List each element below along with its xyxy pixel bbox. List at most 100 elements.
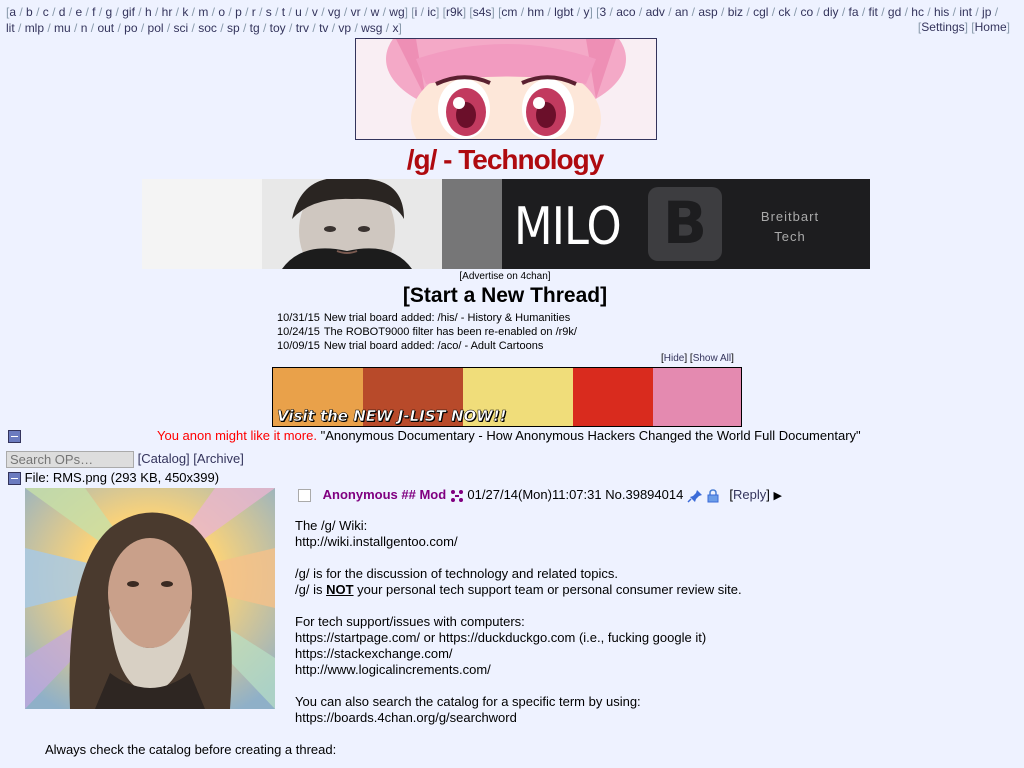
board-link-e[interactable]: e	[75, 5, 82, 19]
board-link-out[interactable]: out	[97, 21, 114, 35]
board-link-sp[interactable]: sp	[227, 21, 240, 35]
board-link-fa[interactable]: fa	[849, 5, 859, 19]
board-link-jp[interactable]: jp	[982, 5, 991, 19]
file-meta: (293 KB, 450x399)	[110, 470, 220, 485]
board-link-biz[interactable]: biz	[728, 5, 743, 19]
board-link-s4s[interactable]: s4s	[473, 5, 492, 19]
board-link-v[interactable]: v	[312, 5, 318, 19]
show-all-news-link[interactable]: Show All	[693, 353, 731, 364]
hide-news-link[interactable]: Hide	[664, 353, 685, 364]
board-link-vp[interactable]: vp	[338, 21, 351, 35]
board-link-i[interactable]: i	[415, 5, 418, 19]
board-link-pol[interactable]: pol	[148, 21, 164, 35]
board-link-co[interactable]: co	[800, 5, 813, 19]
board-link-po[interactable]: po	[124, 21, 137, 35]
board-link-gd[interactable]: gd	[888, 5, 901, 19]
board-link-his[interactable]: his	[934, 5, 949, 19]
board-link-int[interactable]: int	[959, 5, 972, 19]
board-link-t[interactable]: t	[282, 5, 285, 19]
body-line: /g/ is NOT your personal tech support te…	[295, 582, 742, 597]
archive-link[interactable]: [Archive]	[193, 451, 244, 466]
board-link-f[interactable]: f	[92, 5, 95, 19]
board-link-c[interactable]: c	[43, 5, 49, 19]
board-link-hc[interactable]: hc	[911, 5, 924, 19]
nav-right: [Settings] [Home]	[917, 20, 1010, 34]
board-link-sci[interactable]: sci	[174, 21, 189, 35]
file-name-link[interactable]: RMS.png	[53, 470, 107, 485]
board-link-toy[interactable]: toy	[270, 21, 286, 35]
top-advertisement[interactable]: MILO B Breitbart Tech	[142, 179, 870, 269]
board-link-r9k[interactable]: r9k	[446, 5, 463, 19]
board-link-tg[interactable]: tg	[250, 21, 260, 35]
wiki-link[interactable]: http://wiki.installgentoo.com/	[295, 534, 742, 550]
board-link-s[interactable]: s	[266, 5, 272, 19]
logicalincrements-link[interactable]: http://www.logicalincrements.com/	[295, 662, 742, 678]
board-link-u[interactable]: u	[295, 5, 302, 19]
board-link-diy[interactable]: diy	[823, 5, 838, 19]
board-link-ck[interactable]: ck	[778, 5, 790, 19]
board-link-r[interactable]: r	[252, 5, 256, 19]
news-text: New trial board added: /aco/ - Adult Car…	[323, 340, 544, 352]
board-link-tv[interactable]: tv	[319, 21, 328, 35]
board-link-trv[interactable]: trv	[296, 21, 309, 35]
body-line-catalog: Always check the catalog before creating…	[45, 742, 337, 757]
board-link-o[interactable]: o	[218, 5, 225, 19]
search-engines-line: https://startpage.com/ or https://duckdu…	[295, 630, 707, 645]
board-link-n[interactable]: n	[81, 21, 88, 35]
board-link-mu[interactable]: mu	[54, 21, 71, 35]
board-link-m[interactable]: m	[198, 5, 208, 19]
op-image[interactable]	[25, 488, 275, 709]
board-link-3[interactable]: 3	[600, 5, 607, 19]
board-link-y[interactable]: y	[583, 5, 589, 19]
poster-name: Anonymous	[322, 487, 398, 502]
news-item: 10/31/15 New trial board added: /his/ - H…	[277, 311, 581, 325]
board-link-adv[interactable]: adv	[646, 5, 665, 19]
board-link-lit[interactable]: lit	[6, 21, 15, 35]
board-link-an[interactable]: an	[675, 5, 688, 19]
board-link-b[interactable]: b	[26, 5, 33, 19]
jlist-advertisement[interactable]: Visit the NEW J-LIST NOW!!	[272, 367, 742, 427]
board-link-vg[interactable]: vg	[328, 5, 341, 19]
board-link-ic[interactable]: ic	[427, 5, 436, 19]
board-link-cgl[interactable]: cgl	[753, 5, 768, 19]
board-link-hm[interactable]: hm	[527, 5, 544, 19]
advertise-link[interactable]: [Advertise on 4chan]	[0, 271, 1010, 282]
search-ops-input[interactable]	[6, 451, 134, 469]
stackexchange-link[interactable]: https://stackexchange.com/	[295, 646, 742, 662]
board-link-g[interactable]: g	[106, 5, 113, 19]
hide-thread-icon[interactable]	[8, 472, 21, 486]
home-link[interactable]: Home	[975, 20, 1007, 34]
board-link-asp[interactable]: asp	[698, 5, 717, 19]
reply-link[interactable]: Reply	[733, 487, 766, 502]
collapse-icon[interactable]	[8, 430, 21, 444]
post-number[interactable]: No.39894014	[605, 487, 683, 502]
board-link-wsg[interactable]: wsg	[361, 21, 382, 35]
board-link-lgbt[interactable]: lgbt	[554, 5, 573, 19]
news-date: 10/31/15	[277, 312, 320, 324]
board-link-x[interactable]: x	[392, 21, 398, 35]
board-link-cm[interactable]: cm	[501, 5, 517, 19]
board-link-soc[interactable]: soc	[198, 21, 217, 35]
settings-link[interactable]: Settings	[921, 20, 964, 34]
post-checkbox[interactable]	[298, 489, 311, 503]
board-link-aco[interactable]: aco	[616, 5, 635, 19]
board-link-wg[interactable]: wg	[389, 5, 404, 19]
board-link-mlp[interactable]: mlp	[25, 21, 44, 35]
board-link-fit[interactable]: fit	[869, 5, 878, 19]
board-link-k[interactable]: k	[182, 5, 188, 19]
board-link-hr[interactable]: hr	[162, 5, 173, 19]
board-link-p[interactable]: p	[235, 5, 242, 19]
board-link-w[interactable]: w	[371, 5, 380, 19]
board-link-gif[interactable]: gif	[122, 5, 135, 19]
post-menu-icon[interactable]: ▶	[774, 490, 782, 502]
global-message: You anon might like it more. "Anonymous …	[8, 428, 1008, 444]
board-link-a[interactable]: a	[9, 5, 16, 19]
searchword-link[interactable]: https://boards.4chan.org/g/searchword	[295, 710, 742, 726]
catalog-link[interactable]: [Catalog]	[138, 451, 190, 466]
board-link-d[interactable]: d	[59, 5, 66, 19]
news-controls: [Hide] [Show All]	[661, 353, 734, 364]
board-link-vr[interactable]: vr	[351, 5, 361, 19]
board-link-h[interactable]: h	[145, 5, 152, 19]
start-thread-link[interactable]: [Start a New Thread]	[0, 284, 1010, 308]
post-body: The /g/ Wiki: http://wiki.installgentoo.…	[295, 518, 742, 726]
